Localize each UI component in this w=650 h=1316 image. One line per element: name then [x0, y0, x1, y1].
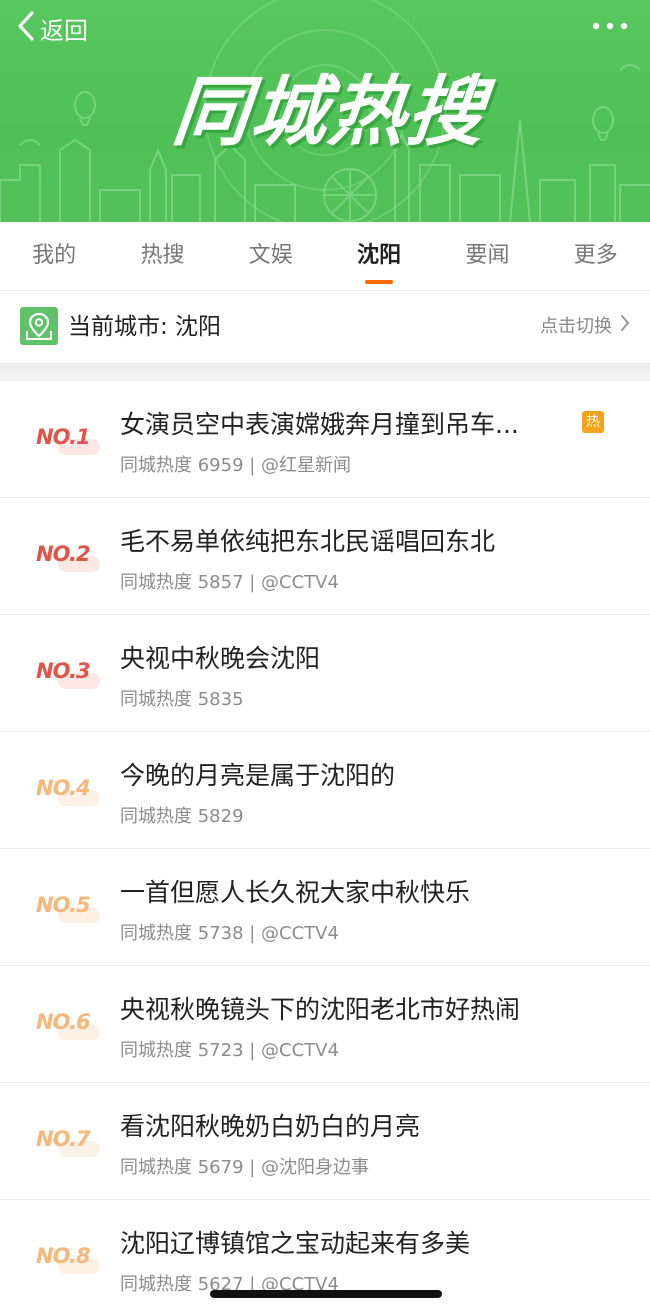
item-title: 一首但愿人长久祝大家中秋快乐 — [120, 878, 471, 907]
tab-hot-search[interactable]: 热搜 — [108, 222, 216, 290]
tab-mine[interactable]: 我的 — [0, 222, 108, 290]
switch-city-label: 点击切换 — [540, 316, 612, 337]
list-item[interactable]: NO.2 毛不易单依纯把东北民谣唱回东北 同城热度 5857 | @CCTV4 — [0, 498, 650, 615]
tab-label: 文娱 — [248, 243, 293, 268]
back-label: 返回 — [40, 16, 88, 45]
list-item[interactable]: NO.5 一首但愿人长久祝大家中秋快乐 同城热度 5738 | @CCTV4 — [0, 849, 650, 966]
tab-label: 更多 — [573, 243, 618, 268]
item-title: 女演员空中表演嫦娥奔月撞到吊车... — [120, 410, 519, 439]
rank-badge: NO.1 — [36, 425, 106, 455]
section-divider — [0, 363, 650, 381]
rank-badge: NO.7 — [36, 1127, 106, 1157]
banner: 返回 同城热搜 — [0, 0, 650, 222]
tab-bar: 我的 热搜 文娱 沈阳 要闻 更多 — [0, 222, 650, 291]
back-button[interactable]: 返回 — [16, 10, 88, 46]
tab-news[interactable]: 要闻 — [433, 222, 541, 290]
current-city-label: 当前城市: 沈阳 — [68, 314, 222, 340]
chevron-left-icon — [16, 10, 36, 46]
rank-badge: NO.8 — [36, 1244, 106, 1274]
more-horizontal-icon — [590, 22, 630, 42]
item-meta: 同城热度 5835 — [120, 689, 244, 710]
item-title: 毛不易单依纯把东北民谣唱回东北 — [120, 527, 496, 556]
list-item[interactable]: NO.3 央视中秋晚会沈阳 同城热度 5835 — [0, 615, 650, 732]
item-title: 今晚的月亮是属于沈阳的 — [120, 761, 396, 790]
item-meta: 同城热度 5723 | @CCTV4 — [120, 1040, 339, 1061]
item-meta: 同城热度 5829 — [120, 806, 244, 827]
hot-badge: 热 — [582, 411, 604, 433]
rank-badge: NO.2 — [36, 542, 106, 572]
rank-badge: NO.3 — [36, 659, 106, 689]
item-meta: 同城热度 5738 | @CCTV4 — [120, 923, 339, 944]
hot-search-list: NO.1 女演员空中表演嫦娥奔月撞到吊车... 热 同城热度 6959 | @红… — [0, 381, 650, 1316]
more-button[interactable] — [590, 14, 630, 38]
home-indicator[interactable] — [210, 1290, 442, 1298]
item-meta: 同城热度 5679 | @沈阳身边事 — [120, 1157, 370, 1178]
item-meta: 同城热度 5857 | @CCTV4 — [120, 572, 339, 593]
item-title: 看沈阳秋晚奶白奶白的月亮 — [120, 1112, 421, 1141]
list-item[interactable]: NO.4 今晚的月亮是属于沈阳的 同城热度 5829 — [0, 732, 650, 849]
rank-badge: NO.4 — [36, 776, 106, 806]
switch-city-button[interactable]: 点击切换 — [540, 291, 630, 363]
tab-shenyang[interactable]: 沈阳 — [325, 222, 433, 290]
banner-title: 同城热搜 — [168, 67, 490, 156]
current-city-bar: 当前城市: 沈阳 点击切换 — [0, 291, 650, 363]
item-title: 沈阳辽博镇馆之宝动起来有多美 — [120, 1229, 471, 1258]
list-item[interactable]: NO.6 央视秋晚镜头下的沈阳老北市好热闹 同城热度 5723 | @CCTV4 — [0, 966, 650, 1083]
tab-entertainment[interactable]: 文娱 — [217, 222, 325, 290]
chevron-right-icon — [620, 291, 630, 363]
item-title: 央视中秋晚会沈阳 — [120, 644, 321, 673]
tab-more[interactable]: 更多 — [542, 222, 650, 290]
rank-badge: NO.5 — [36, 893, 106, 923]
item-title: 央视秋晚镜头下的沈阳老北市好热闹 — [120, 995, 521, 1024]
tab-label: 要闻 — [465, 243, 510, 268]
item-meta: 同城热度 6959 | @红星新闻 — [120, 455, 352, 476]
location-pin-icon — [20, 307, 58, 345]
list-item[interactable]: NO.8 沈阳辽博镇馆之宝动起来有多美 同城热度 5627 | @CCTV4 — [0, 1200, 650, 1316]
rank-badge: NO.6 — [36, 1010, 106, 1040]
active-tab-indicator — [365, 280, 394, 284]
tab-label: 热搜 — [140, 243, 185, 268]
tab-label: 我的 — [32, 243, 77, 268]
list-item[interactable]: NO.1 女演员空中表演嫦娥奔月撞到吊车... 热 同城热度 6959 | @红… — [0, 381, 650, 498]
list-item[interactable]: NO.7 看沈阳秋晚奶白奶白的月亮 同城热度 5679 | @沈阳身边事 — [0, 1083, 650, 1200]
tab-label: 沈阳 — [357, 243, 402, 268]
